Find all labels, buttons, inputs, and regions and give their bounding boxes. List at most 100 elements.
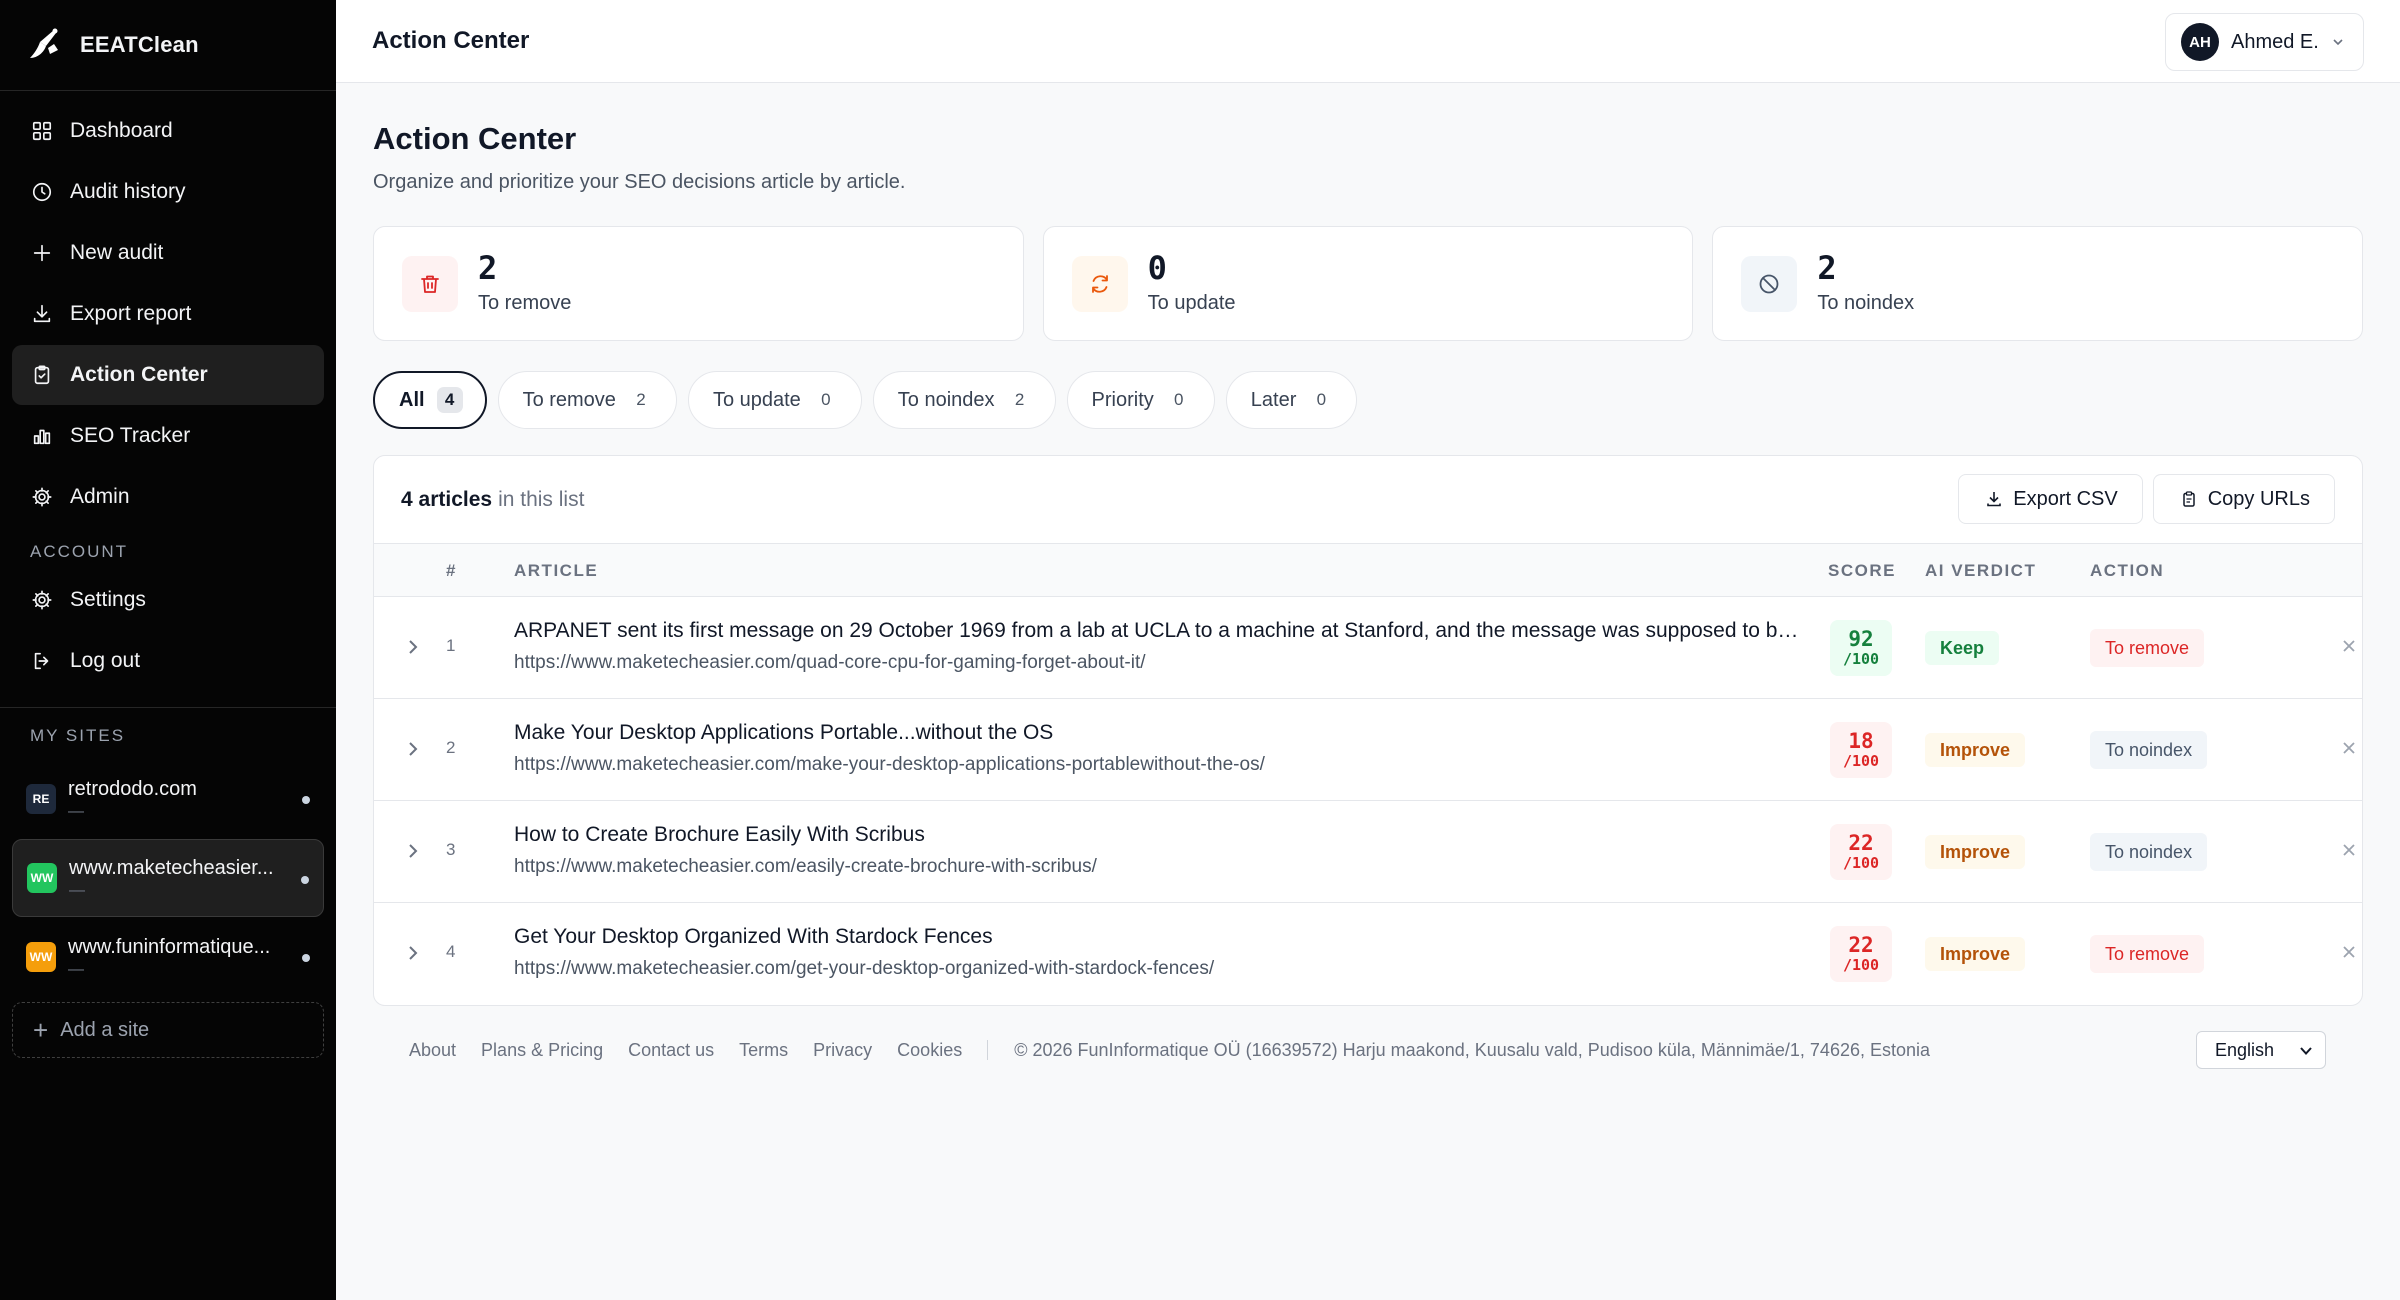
row-number: 3 (446, 840, 456, 859)
row-number: 1 (446, 636, 456, 655)
page-title: Action Center (373, 121, 577, 156)
user-menu[interactable]: AH Ahmed E. (2165, 13, 2364, 71)
article-count: 4 articles (401, 487, 493, 511)
filter-label: All (399, 388, 425, 411)
main-nav: Dashboard Audit history New audit Export… (0, 91, 336, 527)
ai-verdict-badge: Improve (1925, 937, 2026, 971)
article-url[interactable]: https://www.maketecheasier.com/easily-cr… (514, 856, 1097, 878)
filter-tab-priority[interactable]: Priority 0 (1066, 371, 1215, 429)
filter-tab-to-update[interactable]: To update 0 (687, 371, 862, 429)
article-url[interactable]: https://www.maketecheasier.com/make-your… (514, 754, 1265, 776)
add-site-button[interactable]: + Add a site (12, 1002, 324, 1058)
chevron-right-icon[interactable] (404, 839, 422, 863)
ai-verdict-badge: Improve (1925, 733, 2026, 767)
close-icon[interactable] (2340, 739, 2358, 757)
site-item[interactable]: WW www.maketecheasier... — (12, 839, 324, 917)
nav-item-export-report[interactable]: Export report (12, 284, 324, 344)
export-csv-button[interactable]: Export CSV (1958, 474, 2143, 524)
footer: About Plans & Pricing Contact us Terms Priva… (373, 1030, 2363, 1070)
action-tag[interactable]: To remove (2090, 629, 2205, 667)
nav-item-label: SEO Tracker (70, 424, 191, 447)
filter-label: To noindex (897, 388, 995, 411)
close-icon[interactable] (2340, 637, 2358, 655)
filter-count: 2 (1014, 390, 1025, 409)
site-subtext: — (68, 802, 84, 820)
action-tag[interactable]: To remove (2090, 935, 2205, 973)
stat-card: 0 To update (1042, 226, 1694, 341)
filter-tab-later[interactable]: Later 0 (1225, 371, 1358, 429)
score-badge: 18 /100 (1830, 722, 1892, 778)
action-tag[interactable]: To noindex (2090, 833, 2208, 871)
nav-item-new-audit[interactable]: New audit (12, 223, 324, 283)
site-item[interactable]: RE retrododo.com — (12, 760, 324, 838)
stat-label: To noindex (1817, 292, 1915, 314)
chevron-right-icon[interactable] (404, 635, 422, 659)
nav-item-log-out[interactable]: Log out (12, 631, 324, 691)
download-icon (33, 304, 51, 323)
footer-link-terms[interactable]: Terms (739, 1040, 788, 1061)
footer-link-plans-pricing[interactable]: Plans & Pricing (481, 1040, 603, 1061)
filter-label: Later (1250, 388, 1297, 411)
copy-urls-button[interactable]: Copy URLs (2152, 474, 2335, 524)
site-status-dot (301, 876, 309, 884)
stat-label: To update (1147, 292, 1236, 314)
action-tag[interactable]: To noindex (2090, 731, 2208, 769)
site-item[interactable]: WW www.funinformatique... — (12, 918, 324, 996)
site-name: www.maketecheasier... (69, 856, 274, 879)
article-title[interactable]: ARPANET sent its first message on 29 Oct… (514, 619, 1799, 643)
footer-link-about[interactable]: About (409, 1040, 456, 1061)
nav-item-label: Dashboard (70, 119, 173, 142)
chevron-right-icon[interactable] (404, 737, 422, 761)
article-url[interactable]: https://www.maketecheasier.com/quad-core… (514, 652, 1146, 674)
nav-item-admin[interactable]: Admin (12, 467, 324, 527)
filter-tab-to-remove[interactable]: To remove 2 (497, 371, 677, 429)
site-badge: WW (27, 863, 57, 893)
site-list: RE retrododo.com — WW www.maketecheasier… (0, 760, 336, 996)
footer-link-contact-us[interactable]: Contact us (628, 1040, 714, 1061)
table-row[interactable]: 4 Get Your Desktop Organized With Stardo… (374, 903, 2362, 1005)
site-subtext: — (69, 881, 85, 899)
score-value: 22 (1848, 831, 1874, 855)
footer-link-privacy[interactable]: Privacy (813, 1040, 872, 1061)
ai-verdict-badge: Keep (1925, 631, 2000, 665)
nav-item-seo-tracker[interactable]: SEO Tracker (12, 406, 324, 466)
logo-icon (30, 28, 58, 58)
table-row[interactable]: 2 Make Your Desktop Applications Portabl… (374, 699, 2362, 801)
footer-link-cookies[interactable]: Cookies (897, 1040, 962, 1061)
filter-count: 0 (1316, 390, 1327, 409)
clipboard-icon (34, 365, 50, 385)
nav-item-audit-history[interactable]: Audit history (12, 162, 324, 222)
chevron-right-icon[interactable] (404, 941, 422, 965)
site-badge: RE (26, 784, 56, 814)
stat-label: To remove (478, 292, 572, 314)
brand[interactable]: EEATClean (0, 0, 336, 91)
table-header: # ARTICLE SCORE AI VERDICT ACTION (374, 544, 2362, 597)
article-title[interactable]: How to Create Brochure Easily With Scrib… (514, 823, 925, 847)
filter-label: Priority (1091, 388, 1154, 411)
language-select[interactable]: English (2196, 1031, 2326, 1069)
article-title[interactable]: Make Your Desktop Applications Portable.… (514, 721, 1053, 745)
filter-tab-all[interactable]: All 4 (373, 371, 487, 429)
logout-icon (34, 652, 49, 670)
article-url[interactable]: https://www.maketecheasier.com/get-your-… (514, 958, 1214, 980)
table-row[interactable]: 1 ARPANET sent its first message on 29 O… (374, 597, 2362, 699)
nav-item-label: New audit (70, 241, 164, 264)
table-row[interactable]: 3 How to Create Brochure Easily With Scr… (374, 801, 2362, 903)
filter-count: 0 (821, 390, 831, 409)
filter-tabs: All 4 To remove 2 To update 0 To noindex… (373, 371, 2363, 429)
nav-item-action-center[interactable]: Action Center (12, 345, 324, 405)
nav-item-settings[interactable]: Settings (12, 570, 324, 630)
row-number: 4 (446, 942, 456, 961)
filter-tab-to-noindex[interactable]: To noindex 2 (872, 371, 1056, 429)
site-status-dot (302, 954, 310, 962)
nav-item-dashboard[interactable]: Dashboard (12, 101, 324, 161)
sidebar: EEATClean Dashboard Audit history New au… (0, 0, 336, 1300)
row-number: 2 (446, 738, 456, 757)
refresh-icon (1091, 274, 1108, 293)
article-title[interactable]: Get Your Desktop Organized With Stardock… (514, 925, 993, 949)
close-icon[interactable] (2340, 841, 2358, 859)
stat-value: 0 (1147, 249, 1167, 287)
col-action: ACTION (2090, 561, 2165, 580)
close-icon[interactable] (2340, 943, 2358, 961)
list-header: 4 articles in this list Export CSV Copy … (374, 456, 2362, 544)
